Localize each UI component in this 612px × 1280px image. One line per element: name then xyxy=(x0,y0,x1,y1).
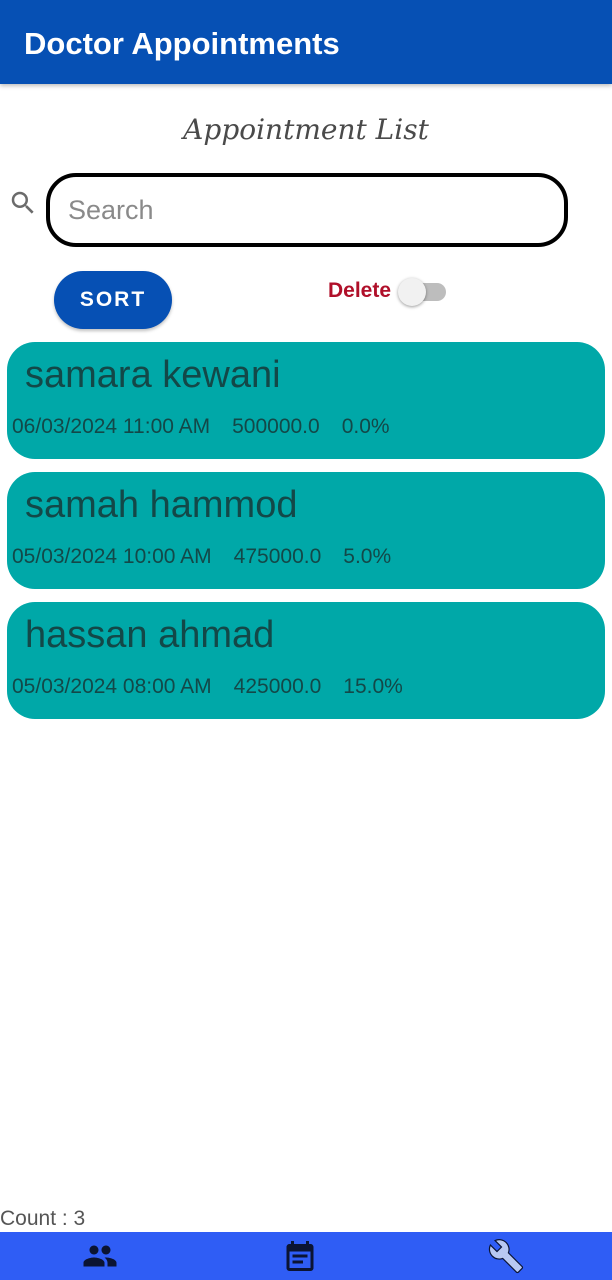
people-icon[interactable] xyxy=(82,1238,118,1274)
sort-button[interactable]: SORT xyxy=(54,271,172,329)
search-field[interactable] xyxy=(46,173,568,247)
appointment-datetime: 06/03/2024 11:00 AM xyxy=(12,415,211,438)
wrench-icon[interactable] xyxy=(488,1238,524,1274)
appointment-discount: 15.0% xyxy=(343,675,403,698)
patient-name: samara kewani xyxy=(25,354,281,396)
appointment-card[interactable]: samah hammod 05/03/2024 10:00 AM 475000.0… xyxy=(7,472,605,589)
appointment-amount: 425000.0 xyxy=(233,675,322,698)
delete-toggle[interactable] xyxy=(398,277,448,307)
patient-name: samah hammod xyxy=(25,484,298,526)
appointment-details: 06/03/2024 11:00 AM 500000.0 0.0% xyxy=(12,414,412,440)
patient-name: hassan ahmad xyxy=(25,614,275,656)
delete-label: Delete xyxy=(328,279,392,302)
toggle-thumb xyxy=(398,278,426,306)
appointment-details: 05/03/2024 08:00 AM 425000.0 15.0% xyxy=(12,674,425,700)
count-label: Count : 3 xyxy=(0,1207,86,1230)
appointment-amount: 500000.0 xyxy=(232,415,320,438)
calendar-icon[interactable] xyxy=(282,1238,318,1274)
appointment-datetime: 05/03/2024 08:00 AM xyxy=(12,675,212,698)
appointment-card[interactable]: hassan ahmad 05/03/2024 08:00 AM 425000.0… xyxy=(7,602,605,719)
appointment-discount: 0.0% xyxy=(341,415,390,438)
appointment-datetime: 05/03/2024 10:00 AM xyxy=(12,545,212,568)
page-title: Appointment List xyxy=(183,113,429,146)
search-input[interactable] xyxy=(68,191,548,229)
search-icon xyxy=(11,191,34,214)
appointment-details: 05/03/2024 10:00 AM 475000.0 5.0% xyxy=(12,544,413,570)
bottom-navigation xyxy=(0,1232,612,1280)
appointment-amount: 475000.0 xyxy=(233,545,322,568)
app-bar: Doctor Appointments xyxy=(0,0,612,84)
appointment-discount: 5.0% xyxy=(343,545,392,568)
app-title: Doctor Appointments xyxy=(24,26,340,61)
appointment-card[interactable]: samara kewani 06/03/2024 11:00 AM 500000.… xyxy=(7,342,605,459)
